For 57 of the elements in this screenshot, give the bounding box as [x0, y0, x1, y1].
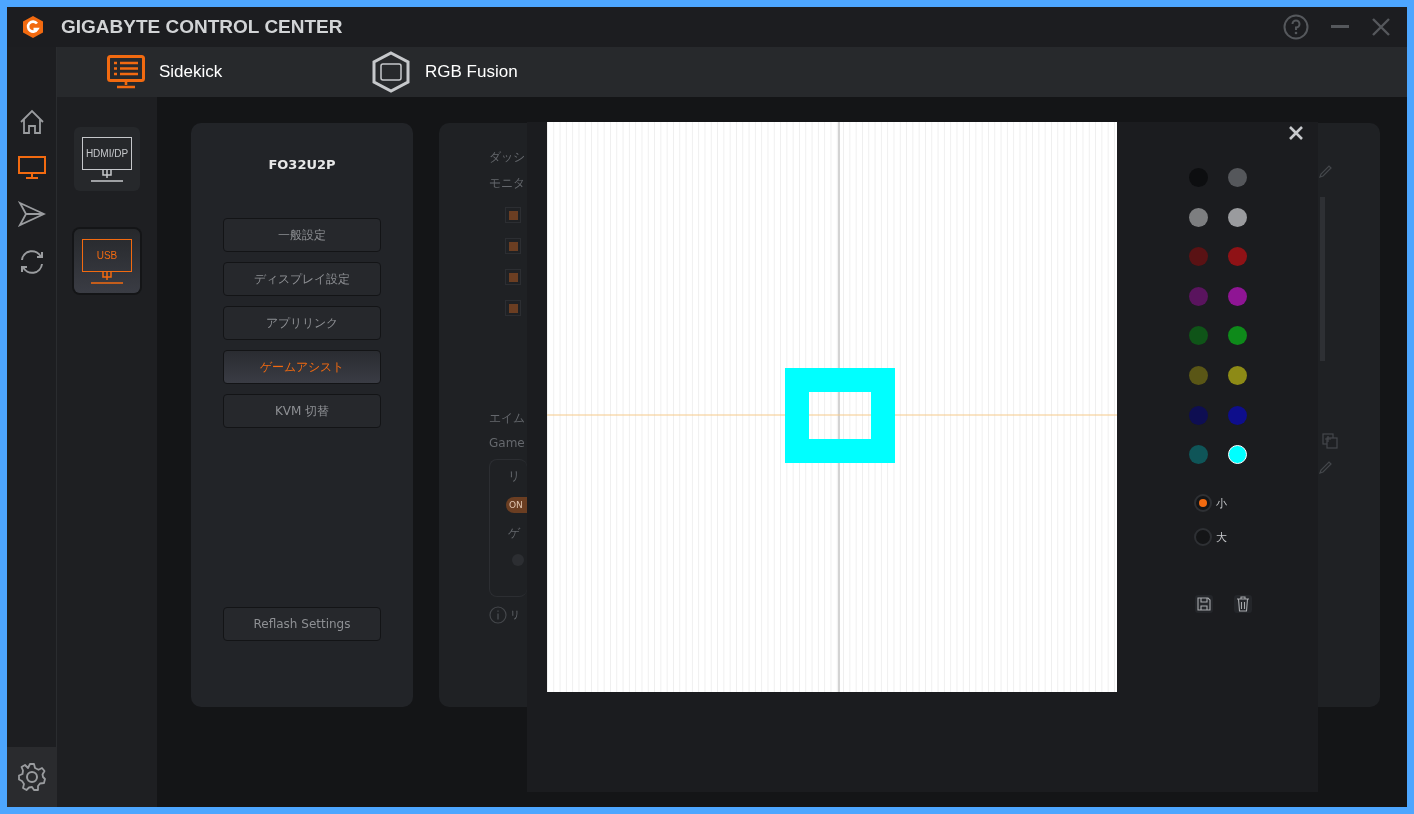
hexagon-icon [371, 51, 411, 93]
radio-button[interactable] [1194, 528, 1212, 547]
color-swatch[interactable] [1189, 405, 1208, 425]
monitor-list-icon [107, 55, 145, 89]
color-swatch[interactable] [1228, 365, 1247, 385]
help-icon[interactable] [1283, 14, 1309, 40]
top-tab[interactable]: Sidekick [107, 55, 371, 89]
color-swatch[interactable] [1189, 247, 1208, 267]
section-subtitle: Game [488, 436, 525, 450]
monitor-input-button[interactable]: USB [74, 229, 140, 293]
menu-button[interactable]: ゲームアシスト [223, 350, 381, 384]
menu-button[interactable]: 一般設定 [223, 218, 381, 252]
settings-icon[interactable] [16, 762, 47, 792]
size-label: 大 [1216, 529, 1227, 545]
top-tab[interactable]: RGB Fusion [371, 51, 635, 93]
radio-button[interactable] [1194, 494, 1212, 513]
pencil-icon[interactable] [1318, 461, 1332, 475]
color-swatch[interactable] [1228, 207, 1247, 227]
menu-button[interactable]: KVM 切替 [223, 394, 381, 428]
monitor-input-button[interactable]: HDMI/DP [74, 127, 140, 191]
monitor-icon[interactable] [17, 156, 46, 180]
info-icon [489, 606, 507, 624]
option-label: ゲ [507, 525, 520, 542]
trash-icon[interactable] [1233, 594, 1253, 615]
pencil-icon[interactable] [1318, 165, 1332, 179]
reflash-settings-button[interactable]: Reflash Settings [223, 607, 381, 641]
home-icon[interactable] [18, 109, 45, 135]
section-title: ダッシ [488, 149, 525, 166]
checkbox[interactable] [505, 238, 521, 254]
device-name: FO32U2P [268, 157, 336, 172]
option-label: リ [507, 468, 520, 485]
color-swatch[interactable] [1228, 405, 1247, 425]
color-swatch[interactable] [1228, 168, 1247, 187]
section-subtitle: モニタ [488, 175, 525, 192]
checkbox[interactable] [505, 207, 521, 223]
color-swatch[interactable] [1228, 326, 1247, 346]
note-text: リ [510, 608, 520, 622]
color-swatch[interactable] [1228, 445, 1247, 465]
color-swatch[interactable] [1228, 247, 1247, 267]
size-label: 小 [1216, 495, 1227, 511]
color-swatch[interactable] [1189, 207, 1208, 227]
color-swatch[interactable] [1228, 286, 1247, 306]
color-swatch[interactable] [1189, 445, 1208, 465]
paper-plane-icon[interactable] [17, 201, 46, 227]
color-swatch[interactable] [1189, 365, 1208, 385]
section-title: エイム [488, 410, 525, 427]
checkbox[interactable] [505, 269, 521, 285]
checkbox[interactable] [505, 300, 521, 316]
menu-button[interactable]: ディスプレイ設定 [223, 262, 381, 296]
logo-icon [21, 15, 45, 39]
add-layer-icon[interactable] [1322, 433, 1338, 449]
color-swatch[interactable] [1189, 286, 1208, 306]
minimize-icon[interactable] [1331, 25, 1349, 29]
menu-button[interactable]: アプリリンク [223, 306, 381, 340]
window-title: GIGABYTE CONTROL CENTER [61, 16, 343, 38]
save-icon[interactable] [1194, 594, 1214, 615]
color-swatch[interactable] [1189, 326, 1208, 346]
